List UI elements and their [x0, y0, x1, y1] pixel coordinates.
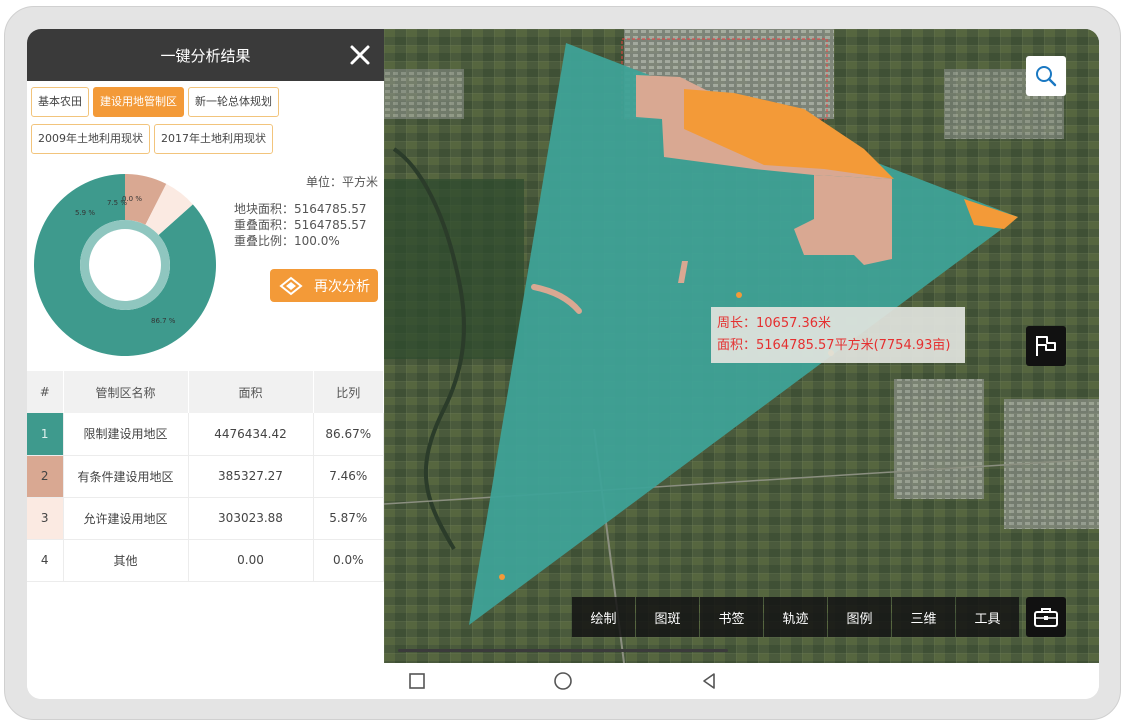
donut-hole — [89, 229, 161, 301]
row-name: 有条件建设用地区 — [63, 455, 189, 498]
patch-dot-2 — [499, 574, 505, 580]
table-row[interactable]: 3 允许建设用地区 303023.88 5.87% — [27, 497, 384, 540]
system-navbar — [27, 663, 1099, 699]
layer-tabs: 基本农田 建设用地管制区 新一轮总体规划 2009年土地利用现状 2017年土地… — [27, 81, 384, 161]
map-view[interactable]: 周长：10657.36米 面积：5164785.57平方米(7754.93亩) … — [384, 29, 1099, 663]
reanalyze-button[interactable]: 再次分析 — [270, 269, 378, 302]
stats-block: 地块面积：5164785.57 重叠面积：5164785.57 重叠比例：100… — [234, 201, 367, 249]
overlap-ratio: 重叠比例：100.0% — [234, 234, 340, 248]
donut-label-s3: 5.9 % — [75, 209, 95, 217]
tool-bookmark[interactable]: 书签 — [700, 597, 763, 637]
patch-dot — [736, 292, 742, 298]
tool-tools[interactable]: 工具 — [956, 597, 1019, 637]
row-ratio: 7.46% — [313, 455, 384, 498]
recent-apps-button[interactable] — [405, 669, 429, 693]
header-index: # — [27, 371, 64, 413]
analyze-icon — [279, 276, 303, 295]
table-row[interactable]: 4 其他 0.00 0.0% — [27, 539, 384, 582]
village-east — [894, 379, 984, 499]
unit-label: 单位：平方米 — [305, 175, 378, 189]
search-icon — [1036, 66, 1057, 87]
row-area: 303023.88 — [188, 497, 314, 540]
row-name: 限制建设用地区 — [63, 413, 189, 456]
tool-patch[interactable]: 图斑 — [636, 597, 699, 637]
row-index: 1 — [27, 413, 64, 456]
circle-icon — [554, 672, 572, 690]
square-icon — [409, 673, 425, 689]
reanalyze-label: 再次分析 — [314, 278, 370, 295]
row-ratio: 5.87% — [313, 497, 384, 540]
tool-3d[interactable]: 三维 — [892, 597, 955, 637]
header-name: 管制区名称 — [63, 371, 189, 413]
tool-legend[interactable]: 图例 — [828, 597, 891, 637]
app-screen: 一键分析结果 基本农田 建设用地管制区 新一轮总体规划 2009年土地利用现状 … — [27, 29, 1099, 699]
donut-chart: 86.7 % 7.5 % 5.9 % 0.0 % — [34, 174, 216, 356]
map-toolbar: 绘制 图斑 书签 轨迹 图例 三维 工具 — [572, 597, 1020, 637]
donut-label-s4: 0.0 % — [122, 195, 142, 203]
triangle-back-icon — [703, 673, 715, 689]
row-area: 4476434.42 — [188, 413, 314, 456]
table-row[interactable]: 2 有条件建设用地区 385327.27 7.46% — [27, 455, 384, 498]
close-icon — [350, 45, 370, 65]
village-northwest — [384, 69, 464, 119]
tab-basic-farmland[interactable]: 基本农田 — [31, 87, 89, 117]
area-text: 面积：5164785.57平方米(7754.93亩) — [717, 338, 951, 353]
header-area: 面积 — [188, 371, 314, 413]
donut-label-s1: 86.7 % — [151, 317, 176, 325]
flag-button[interactable] — [1026, 326, 1066, 366]
header-ratio: 比列 — [313, 371, 384, 413]
tab-landuse-2009[interactable]: 2009年土地利用现状 — [31, 124, 150, 154]
results-table: # 管制区名称 面积 比列 1 限制建设用地区 4476434.42 86.67% 2 有… — [27, 371, 384, 582]
tab-construction-control[interactable]: 建设用地管制区 — [93, 87, 184, 117]
panel-header: 一键分析结果 — [27, 29, 384, 81]
overlap-area: 重叠面积：5164785.57 — [234, 218, 367, 232]
perimeter-text: 周长：10657.36米 — [717, 316, 832, 331]
tool-track[interactable]: 轨迹 — [764, 597, 827, 637]
back-button[interactable] — [697, 669, 721, 693]
tab-new-master-plan[interactable]: 新一轮总体规划 — [188, 87, 279, 117]
parcel-area: 地块面积：5164785.57 — [234, 202, 367, 216]
flag-icon — [1036, 336, 1056, 356]
toolbox-icon — [1034, 608, 1058, 627]
row-name: 其他 — [63, 539, 189, 582]
table-row[interactable]: 1 限制建设用地区 4476434.42 86.67% — [27, 413, 384, 456]
row-ratio: 86.67% — [313, 413, 384, 456]
row-ratio: 0.0% — [313, 539, 384, 582]
row-index: 4 — [27, 539, 64, 582]
row-name: 允许建设用地区 — [63, 497, 189, 540]
search-button[interactable] — [1026, 56, 1066, 96]
home-button[interactable] — [551, 669, 575, 693]
row-area: 385327.27 — [188, 455, 314, 498]
wetland — [384, 179, 524, 359]
measure-label: 周长：10657.36米 面积：5164785.57平方米(7754.93亩) — [711, 307, 965, 363]
close-button[interactable] — [346, 41, 374, 69]
row-index: 2 — [27, 455, 64, 498]
row-index: 3 — [27, 497, 64, 540]
analysis-panel: 一键分析结果 基本农田 建设用地管制区 新一轮总体规划 2009年土地利用现状 … — [27, 29, 384, 663]
row-area: 0.00 — [188, 539, 314, 582]
scroll-indicator — [398, 649, 728, 652]
panel-title: 一键分析结果 — [160, 46, 251, 65]
summary-section: 86.7 % 7.5 % 5.9 % 0.0 % 单位：平方米 地块面积：516… — [27, 161, 384, 371]
tool-draw[interactable]: 绘制 — [572, 597, 635, 637]
tab-landuse-2017[interactable]: 2017年土地利用现状 — [154, 124, 273, 154]
table-header-row: # 管制区名称 面积 比列 — [27, 371, 384, 413]
toolbox-button[interactable] — [1026, 597, 1066, 637]
